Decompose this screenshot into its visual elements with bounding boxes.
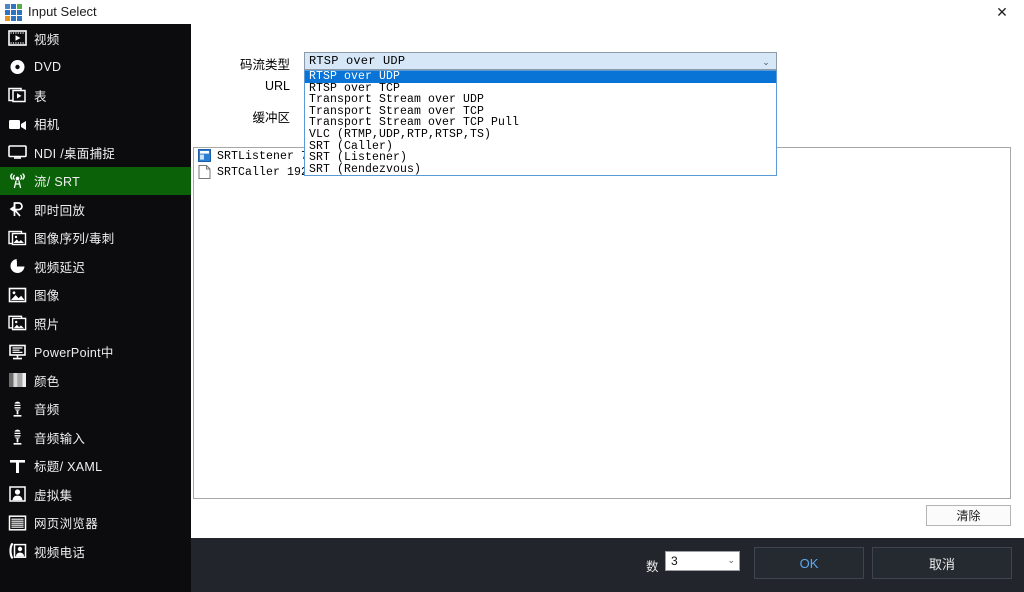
sidebar-item-label: 网页浏览器 <box>34 517 99 532</box>
content-area: 码流类型 URL 缓冲区 RTSP over UDP ⌄ RTSP over U… <box>191 24 1024 538</box>
sidebar-item-label: 视频电话 <box>34 545 86 560</box>
sidebar-item-0[interactable]: 视频 <box>0 24 191 53</box>
ok-button[interactable]: OK <box>754 547 864 579</box>
broadcast-tower-icon <box>0 167 34 195</box>
count-value: 3 <box>671 554 678 568</box>
disc-icon <box>0 53 34 81</box>
url-label: URL <box>264 79 290 93</box>
sidebar-item-label: 表 <box>34 89 47 104</box>
dropdown-option-5[interactable]: VLC (RTMP,UDP,RTP,RTSP,TS) <box>305 129 776 141</box>
cancel-button[interactable]: 取消 <box>872 547 1012 579</box>
sidebar-item-12[interactable]: 颜色 <box>0 366 191 395</box>
sidebar-item-17[interactable]: 网页浏览器 <box>0 509 191 538</box>
stream-type-combobox[interactable]: RTSP over UDP ⌄ <box>304 52 777 70</box>
photos-icon <box>0 309 34 337</box>
sidebar-item-9[interactable]: 图像 <box>0 281 191 310</box>
text-title-icon <box>0 452 34 480</box>
sidebar: 视频 DVD 表相机 NDI /桌面捕捉 流/ SRT 即时回放图像序列/毒刺 视频延迟图像… <box>0 24 191 592</box>
web-browser-icon <box>0 509 34 537</box>
stream-list[interactable]: SRTListener 7719SRTCaller 192.168.28.77 … <box>193 147 1011 499</box>
sidebar-item-4[interactable]: NDI /桌面捕捉 <box>0 138 191 167</box>
title-bar: Input Select ✕ <box>0 0 1024 25</box>
clock-delay-icon <box>0 252 34 280</box>
stream-type-label: 码流类型 <box>239 58 290 72</box>
sidebar-item-label: DVD <box>34 59 62 74</box>
app-icon-cell <box>5 4 10 9</box>
sidebar-item-14[interactable]: 音频输入 <box>0 423 191 452</box>
app-icon-cell <box>11 16 16 21</box>
sidebar-item-label: 虚拟集 <box>34 488 73 503</box>
sidebar-item-6[interactable]: 即时回放 <box>0 195 191 224</box>
sidebar-item-2[interactable]: 表 <box>0 81 191 110</box>
sidebar-item-label: 图像序列/毒刺 <box>34 232 115 247</box>
sidebar-item-label: 音频输入 <box>34 431 86 446</box>
sidebar-item-label: 音频 <box>34 403 60 418</box>
sidebar-item-label: 即时回放 <box>34 203 86 218</box>
sidebar-item-7[interactable]: 图像序列/毒刺 <box>0 224 191 253</box>
sidebar-item-18[interactable]: 视频电话 <box>0 537 191 566</box>
app-icon-cell <box>11 4 16 9</box>
clear-button[interactable]: 清除 <box>926 505 1011 526</box>
stream-type-value: RTSP over UDP <box>309 54 406 68</box>
sidebar-item-13[interactable]: 音频 <box>0 395 191 424</box>
dropdown-option-7[interactable]: SRT (Listener) <box>305 152 776 164</box>
image-stack-icon <box>0 224 34 252</box>
sidebar-item-16[interactable]: 虚拟集 <box>0 480 191 509</box>
microphone-icon <box>0 395 34 423</box>
monitor-icon <box>0 138 34 166</box>
window-title: Input Select <box>28 4 97 19</box>
sidebar-item-label: 标题/ XAML <box>34 460 103 475</box>
playlist-icon <box>0 81 34 109</box>
sidebar-item-3[interactable]: 相机 <box>0 110 191 139</box>
color-bars-icon <box>0 366 34 394</box>
dropdown-option-8[interactable]: SRT (Rendezvous) <box>305 164 776 176</box>
bottom-action-bar: 数 3 ⌄ OK 取消 <box>191 538 1024 592</box>
sidebar-item-label: 视频延迟 <box>34 260 86 275</box>
sidebar-item-label: 图像 <box>34 289 60 304</box>
app-icon-cell <box>17 4 22 9</box>
sidebar-item-label: 颜色 <box>34 374 60 389</box>
sidebar-item-label: NDI /桌面捕捉 <box>34 146 116 161</box>
chevron-down-icon[interactable]: ⌄ <box>758 56 774 68</box>
video-call-icon <box>0 537 34 565</box>
sidebar-item-label: 视频 <box>34 32 60 47</box>
file-page-icon <box>198 165 213 179</box>
close-icon[interactable]: ✕ <box>980 0 1024 24</box>
stream-type-dropdown-list[interactable]: RTSP over UDP RTSP over TCP Transport Stre… <box>304 70 777 177</box>
sidebar-item-10[interactable]: 照片 <box>0 309 191 338</box>
camera-icon <box>0 110 34 138</box>
film-clip-icon <box>0 24 34 52</box>
blue-window-icon <box>198 149 213 163</box>
chevron-down-icon[interactable]: ⌄ <box>727 555 735 566</box>
app-icon-cell <box>17 16 22 21</box>
count-select[interactable]: 3 ⌄ <box>665 551 740 571</box>
sidebar-item-15[interactable]: 标题/ XAML <box>0 452 191 481</box>
count-label: 数 <box>646 560 659 574</box>
sidebar-item-1[interactable]: DVD <box>0 53 191 82</box>
sidebar-item-label: 照片 <box>34 317 60 332</box>
presentation-icon <box>0 338 34 366</box>
sidebar-item-label: 流/ SRT <box>34 175 81 190</box>
image-icon <box>0 281 34 309</box>
app-icon-cell <box>5 10 10 15</box>
sidebar-item-8[interactable]: 视频延迟 <box>0 252 191 281</box>
app-icon-cell <box>11 10 16 15</box>
app-icon-cell <box>17 10 22 15</box>
buffer-label: 缓冲区 <box>252 111 290 125</box>
virtual-set-icon <box>0 480 34 508</box>
dropdown-option-0[interactable]: RTSP over UDP <box>305 71 776 83</box>
microphone-input-icon <box>0 423 34 451</box>
sidebar-bottom-edge <box>0 586 191 592</box>
app-grid-icon <box>5 4 22 21</box>
replay-icon <box>0 195 34 223</box>
app-icon-cell <box>5 16 10 21</box>
sidebar-item-label: PowerPoint中 <box>34 346 114 361</box>
sidebar-item-5[interactable]: 流/ SRT <box>0 166 191 195</box>
input-select-window: Input Select ✕ 视频 DVD 表相机 NDI /桌面捕捉 流/ SRT 即时… <box>0 0 1024 592</box>
sidebar-item-label: 相机 <box>34 118 60 133</box>
sidebar-item-11[interactable]: PowerPoint中 <box>0 338 191 367</box>
